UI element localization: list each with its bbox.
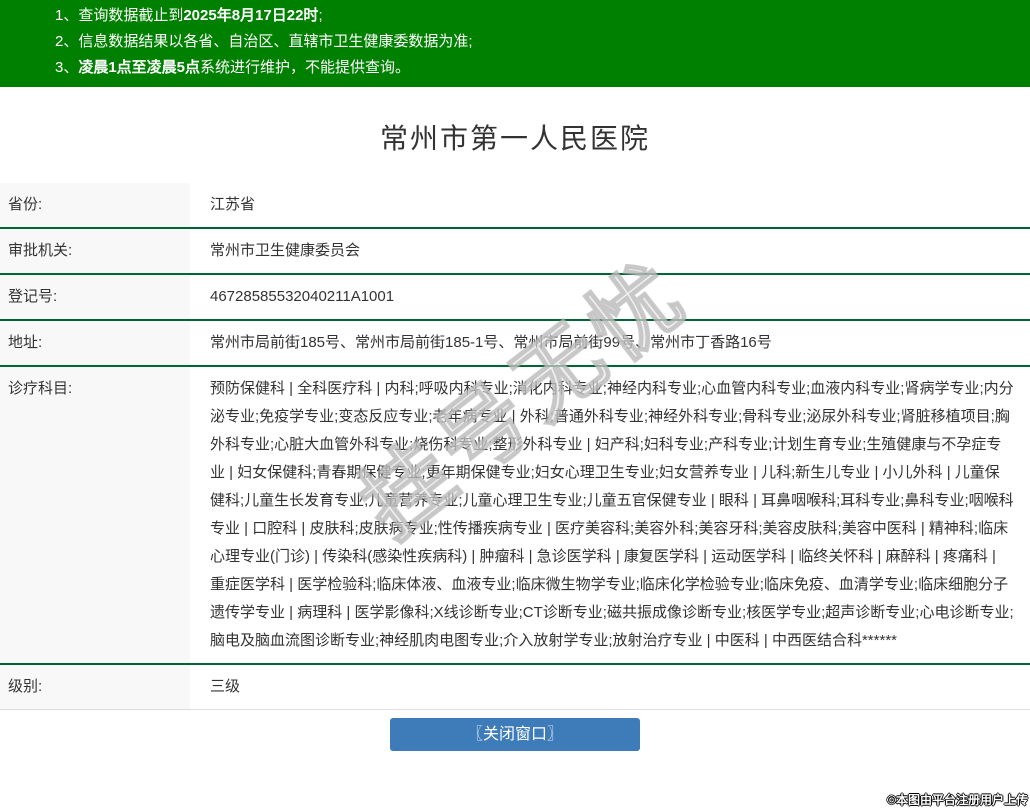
field-label: 登记号: <box>0 275 190 319</box>
notice-3-suffix: 系统进行维护，不能提供查询。 <box>200 59 411 76</box>
info-row-address: 地址: 常州市局前街185号、常州市局前街185-1号、常州市局前街99号、常州… <box>0 321 1030 367</box>
info-row-medical-departments: 诊疗科目: 预防保健科 | 全科医疗科 | 内科;呼吸内科专业;消化内科专业;神… <box>0 367 1030 665</box>
info-row-level: 级别: 三级 <box>0 665 1030 710</box>
field-value: 常州市卫生健康委员会 <box>210 242 361 259</box>
notice-3-prefix: 3、 <box>55 59 79 76</box>
field-label: 省份: <box>0 183 190 227</box>
field-value: 46728585532040211A1001 <box>210 288 395 305</box>
hospital-info-table: 省份: 江苏省 审批机关: 常州市卫生健康委员会 登记号: 4672858553… <box>0 183 1030 710</box>
button-row: 〖关闭窗口〗 <box>0 718 1030 751</box>
notice-1-bold: 2025年8月17日22时 <box>183 7 319 24</box>
field-value: 江苏省 <box>210 196 256 213</box>
notice-1-prefix: 1、查询数据截止到 <box>55 7 184 24</box>
field-value: 常州市局前街185号、常州市局前街185-1号、常州市局前街99号、常州市丁香路… <box>210 334 772 351</box>
close-window-button[interactable]: 〖关闭窗口〗 <box>390 718 640 751</box>
page-title: 常州市第一人民医院 <box>379 123 650 154</box>
info-row-approval-authority: 审批机关: 常州市卫生健康委员会 <box>0 229 1030 275</box>
notice-3-bold: 凌晨1点至凌晨5点 <box>78 59 201 76</box>
field-value: 预防保健科 | 全科医疗科 | 内科;呼吸内科专业;消化内科专业;神经内科专业;… <box>210 380 1014 649</box>
notice-1-suffix: ; <box>318 7 323 24</box>
notice-bar: 1、查询数据截止到2025年8月17日22时; 2、信息数据结果以各省、自治区、… <box>0 0 1030 87</box>
field-label: 审批机关: <box>0 229 190 273</box>
info-row-province: 省份: 江苏省 <box>0 183 1030 229</box>
notice-line-3: 3、凌晨1点至凌晨5点系统进行维护，不能提供查询。 <box>55 55 1020 81</box>
notice-line-1: 1、查询数据截止到2025年8月17日22时; <box>55 3 1020 29</box>
field-label: 地址: <box>0 321 190 365</box>
field-label: 诊疗科目: <box>0 367 190 663</box>
copyright-watermark: ©本图由平台注册用户上传 <box>887 793 1028 807</box>
notice-2-text: 2、信息数据结果以各省、自治区、直辖市卫生健康委数据为准; <box>55 33 473 50</box>
field-label: 级别: <box>0 665 190 709</box>
notice-line-2: 2、信息数据结果以各省、自治区、直辖市卫生健康委数据为准; <box>55 29 1020 55</box>
field-value: 三级 <box>210 678 241 695</box>
info-row-registration-number: 登记号: 46728585532040211A1001 <box>0 275 1030 321</box>
